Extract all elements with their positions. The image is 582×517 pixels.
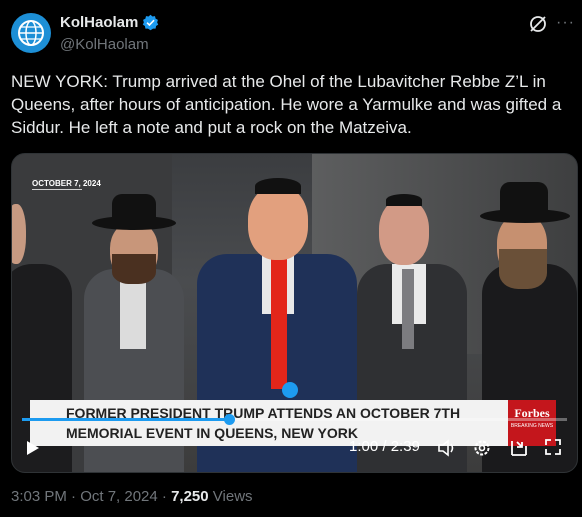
play-icon[interactable] <box>26 440 40 456</box>
verified-badge-icon <box>143 14 159 31</box>
views-label: Views <box>208 488 253 505</box>
author-name-row[interactable]: KolHaolam <box>60 14 159 31</box>
video-date-tag: OCTOBER 7, 2024 <box>32 179 101 188</box>
volume-icon[interactable] <box>437 439 457 457</box>
video-date-line <box>32 189 82 190</box>
fullscreen-icon[interactable] <box>544 438 562 456</box>
video-time: 1:00 / 2:39 <box>349 438 420 455</box>
gear-icon[interactable] <box>472 438 492 458</box>
video-progress-fill <box>22 418 230 421</box>
forbes-brand-sub: BREAKING NEWS <box>510 423 554 429</box>
video-player[interactable]: OCTOBER 7, 2024 FORMER PRESIDENT TRUMP A… <box>11 153 578 473</box>
video-controls: 1:00 / 2:39 <box>12 430 577 466</box>
display-name[interactable]: KolHaolam <box>60 14 138 31</box>
view-count: 7,250 <box>171 488 209 505</box>
more-options-icon[interactable]: ··· <box>556 14 575 32</box>
grok-icon[interactable] <box>528 14 548 34</box>
globe-logo-icon <box>18 20 44 46</box>
avatar[interactable] <box>11 13 51 53</box>
tweet-timestamp[interactable]: 3:03 PM · Oct 7, 2024 · <box>11 488 171 505</box>
tweet-text: NEW YORK: Trump arrived at the Ohel of t… <box>11 72 567 137</box>
tweet-meta: 3:03 PM · Oct 7, 2024 · 7,250 Views <box>11 488 253 505</box>
watermark-icon <box>282 382 298 398</box>
picture-in-picture-icon[interactable] <box>509 438 529 458</box>
video-progress-bar[interactable] <box>22 414 567 425</box>
handle[interactable]: @KolHaolam <box>60 36 149 53</box>
